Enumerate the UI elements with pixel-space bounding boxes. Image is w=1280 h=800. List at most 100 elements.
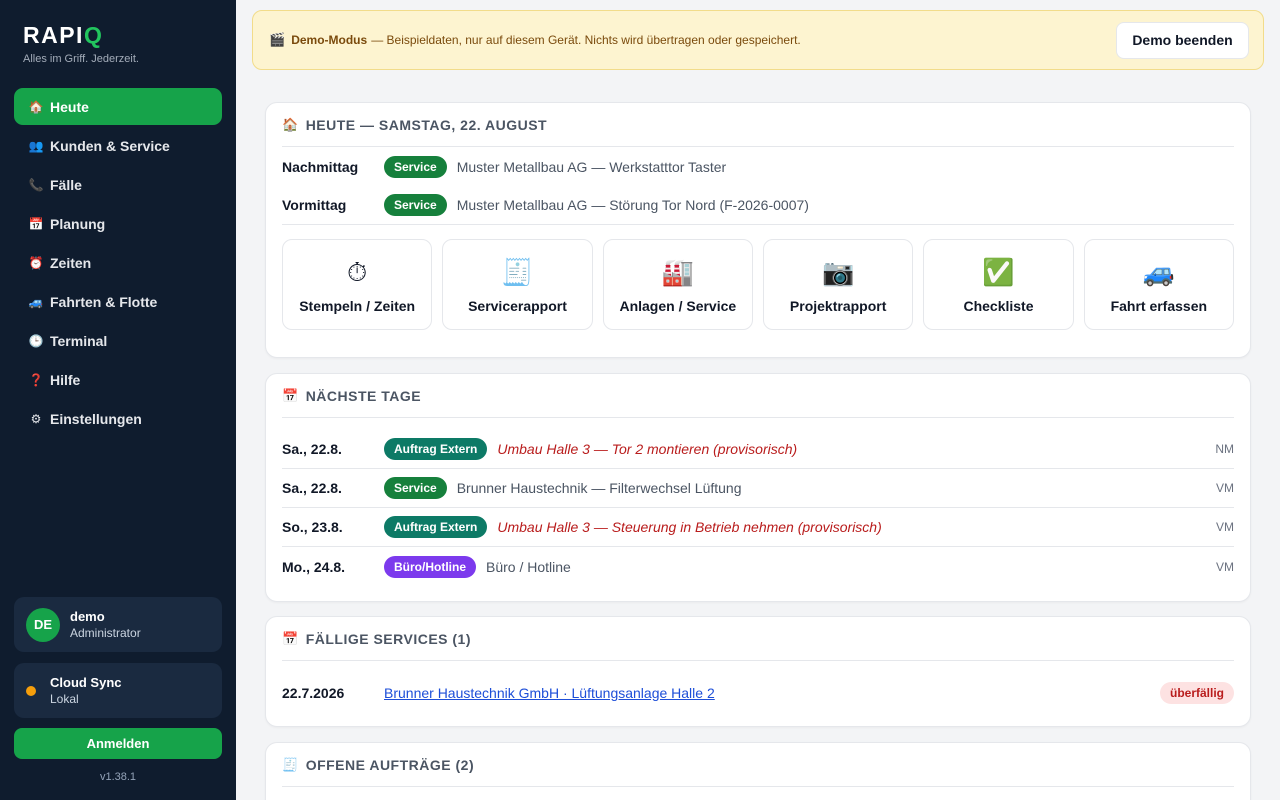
tile-fahrt-erfassen[interactable]: 🚙 Fahrt erfassen [1083,239,1234,330]
entry-date: Sa., 22.8. [282,441,342,457]
app-tagline: Alles im Griff. Jederzeit. [23,53,139,65]
sidebar-item-zeiten[interactable]: ⏰ Zeiten [14,244,222,281]
demo-banner-title: Demo-Modus [291,33,368,47]
category-badge: Büro/Hotline [384,555,476,578]
sidebar: RAPIQ Alles im Griff. Jederzeit. 🏠 Heute… [0,0,236,800]
sidebar-item-fahrten-flotte[interactable]: 🚙 Fahrten & Flotte [14,283,222,320]
entry-date: So., 23.8. [282,519,343,535]
entry-text: Umbau Halle 3 — Tor 2 montieren (proviso… [497,441,798,457]
tile-label: Projektrapport [789,297,887,314]
tile-anlagen-service[interactable]: 🏭 Anlagen / Service [602,239,753,330]
today-card-header: 🏠 Heute — Samstag, 22. August [282,103,1234,147]
sync-status-dot-icon [26,685,36,696]
today-card-title: Heute — Samstag, 22. August [305,116,548,133]
sidebar-item-hilfe[interactable]: ❓ Hilfe [14,361,222,398]
sidebar-item-label: Fahrten & Flotte [50,293,158,310]
list-item[interactable]: Sa., 22.8. Service Brunner Haustechnik —… [282,469,1234,508]
checkmark-icon: ✅ [982,256,1015,287]
sync-status: Lokal [50,692,79,706]
due-date: 22.7.2026 [282,684,345,701]
entry-slot: VM [1216,520,1234,534]
service-link[interactable]: Brunner Haustechnik GmbH · Lüftungsanlag… [384,685,1160,701]
category-badge: Auftrag Extern [384,516,488,538]
sidebar-item-planung[interactable]: 📅 Planung [14,205,222,242]
calendar-icon: 📅 [282,630,299,646]
clapper-icon: 🎬 [269,32,286,47]
sidebar-item-label: Heute [50,98,89,115]
sidebar-item-heute[interactable]: 🏠 Heute [14,88,222,125]
due-services-card-header: 📅 Fällige Services (1) [282,617,1234,661]
sidebar-item-label: Hilfe [50,371,81,388]
due-services-card: 📅 Fällige Services (1) 22.7.2026 Brunner… [265,616,1251,727]
cloud-sync-card[interactable]: Cloud Sync Lokal [14,663,222,718]
sidebar-nav: 🏠 Heute 👥 Kunden & Service 📞 Fälle 📅 Pla… [14,88,222,439]
gear-icon: ⚙ [30,411,42,426]
calendar-icon: 📅 [282,387,299,403]
tile-label: Anlagen / Service [619,297,737,314]
sync-title: Cloud Sync [50,675,122,690]
car-icon: 🚙 [28,294,44,309]
entry-text: Brunner Haustechnik — Filterwechsel Lüft… [456,480,742,496]
sidebar-item-kunden-service[interactable]: 👥 Kunden & Service [14,127,222,164]
list-item[interactable]: Sa., 22.8. Auftrag Extern Umbau Halle 3 … [282,430,1234,469]
demo-banner: 🎬 Demo-Modus — Beispieldaten, nur auf di… [252,10,1264,70]
category-badge: Service [384,477,447,499]
entry-date: Mo., 24.8. [282,558,346,575]
next-days-card-title: Nächste Tage [305,387,422,404]
list-item[interactable]: Mo., 24.8. Büro/Hotline Büro / Hotline V… [282,547,1234,586]
sidebar-item-faelle[interactable]: 📞 Fälle [14,166,222,203]
sidebar-item-terminal[interactable]: 🕒 Terminal [14,322,222,359]
sidebar-item-label: Kunden & Service [50,137,170,154]
today-slot-label: Vormittag [282,197,347,213]
tile-stempeln-zeiten[interactable]: ⏱ Stempeln / Zeiten [282,239,433,330]
clock-icon: 🕒 [28,333,44,348]
open-orders-card-title: Offene Aufträge (2) [305,756,475,773]
end-demo-button[interactable]: Demo beenden [1116,21,1249,59]
list-item[interactable]: So., 23.8. Auftrag Extern Umbau Halle 3 … [282,508,1234,547]
sidebar-item-label: Planung [50,215,106,232]
category-badge: Auftrag Extern [384,438,488,460]
app-logo[interactable]: RAPIQ [23,22,139,48]
list-item[interactable]: Vormittag Service Muster Metallbau AG — … [282,186,1234,225]
entry-slot: NM [1215,442,1234,456]
user-card[interactable]: DE demo Administrator [14,597,222,652]
brand: RAPIQ Alles im Griff. Jederzeit. [23,22,139,65]
due-services-card-title: Fällige Services (1) [305,630,472,647]
sidebar-item-label: Zeiten [50,254,92,271]
login-button[interactable]: Anmelden [14,728,222,759]
house-icon: 🏠 [28,99,44,114]
list-item[interactable]: Nachmittag Service Muster Metallbau AG —… [282,147,1234,186]
calendar-icon: 📅 [28,216,44,231]
tile-checkliste[interactable]: ✅ Checkliste [923,239,1074,330]
entry-text: Umbau Halle 3 — Steuerung in Betrieb neh… [497,519,882,535]
car-icon: 🚙 [1142,256,1175,287]
tile-label: Servicerapport [468,297,567,314]
camera-icon: 📷 [821,256,855,287]
quick-actions: ⏱ Stempeln / Zeiten 🧾 Servicerapport 🏭 A… [282,225,1234,346]
today-entry-text: Muster Metallbau AG — Werkstatttor Taste… [456,158,727,175]
next-days-card: 📅 Nächste Tage Sa., 22.8. Auftrag Extern… [265,373,1251,602]
receipt-icon: 🧾 [282,756,299,772]
today-entry-text: Muster Metallbau AG — Störung Tor Nord (… [456,197,809,213]
sidebar-item-einstellungen[interactable]: ⚙ Einstellungen [14,400,222,437]
tile-servicerapport[interactable]: 🧾 Servicerapport [442,239,593,330]
stopwatch-icon: ⏱ [347,256,368,287]
tile-label: Fahrt erfassen [1110,297,1208,314]
factory-icon: 🏭 [661,256,694,287]
entry-slot: VM [1216,559,1234,574]
category-badge: Service [384,194,447,216]
entry-slot: VM [1216,481,1234,495]
open-orders-card: 🧾 Offene Aufträge (2) [265,742,1251,800]
receipt-icon: 🧾 [501,256,534,287]
phone-icon: 📞 [28,177,44,192]
entry-date: Sa., 22.8. [282,480,342,496]
demo-banner-text: — Beispieldaten, nur auf diesem Gerät. N… [371,33,801,47]
category-badge: Service [384,155,447,178]
alarm-clock-icon: ⏰ [28,255,44,270]
house-icon: 🏠 [282,116,299,132]
question-icon: ❓ [28,372,44,387]
list-item: 22.7.2026 Brunner Haustechnik GmbH · Lüf… [282,673,1234,712]
tile-projektrapport[interactable]: 📷 Projektrapport [762,239,914,330]
